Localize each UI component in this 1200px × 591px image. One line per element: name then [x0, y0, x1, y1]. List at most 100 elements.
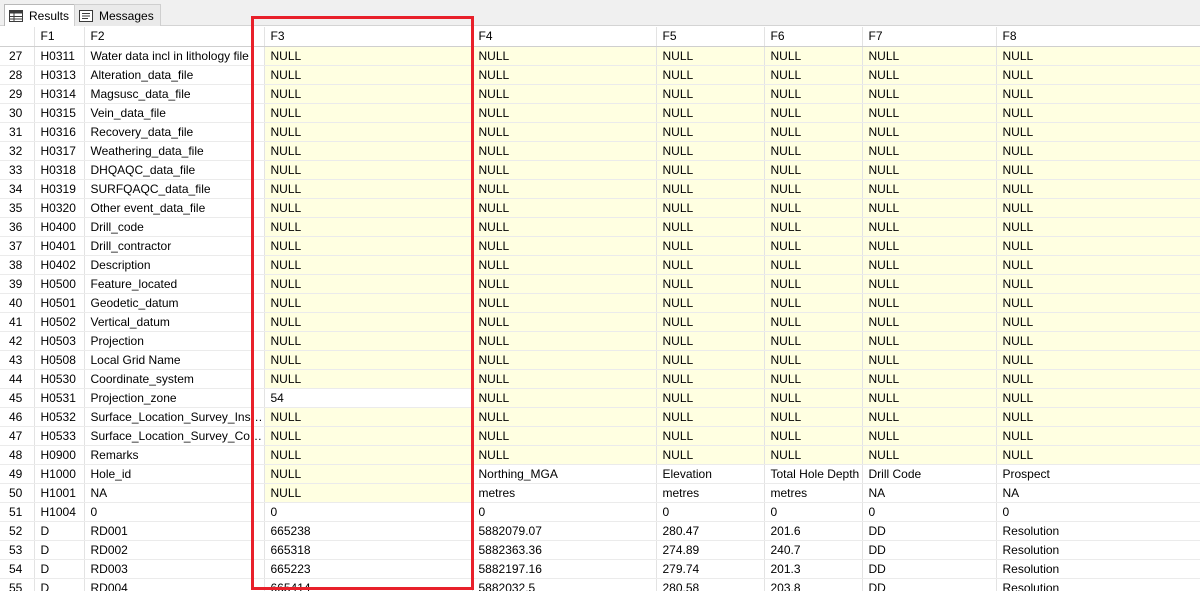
cell-f7[interactable]: NULL: [862, 46, 997, 66]
cell-f6[interactable]: NULL: [764, 236, 863, 256]
cell-f2[interactable]: RD002: [84, 540, 265, 560]
cell-f4[interactable]: 0: [472, 502, 657, 522]
cell-f8[interactable]: Resolution: [996, 578, 1200, 591]
row-number[interactable]: 47: [0, 426, 35, 446]
cell-f6[interactable]: NULL: [764, 445, 863, 465]
cell-f5[interactable]: NULL: [656, 65, 765, 85]
row-number[interactable]: 44: [0, 369, 35, 389]
cell-f6[interactable]: NULL: [764, 84, 863, 104]
cell-f3[interactable]: NULL: [264, 103, 473, 123]
cell-f8[interactable]: Resolution: [996, 521, 1200, 541]
row-number[interactable]: 48: [0, 445, 35, 465]
cell-f2[interactable]: Surface_Location_Survey_Com...: [84, 426, 265, 446]
cell-f8[interactable]: Resolution: [996, 559, 1200, 579]
cell-f8[interactable]: NULL: [996, 198, 1200, 218]
cell-f3[interactable]: NULL: [264, 445, 473, 465]
cell-f6[interactable]: NULL: [764, 407, 863, 427]
cell-f8[interactable]: NULL: [996, 179, 1200, 199]
cell-f6[interactable]: NULL: [764, 179, 863, 199]
cell-f1[interactable]: H0530: [34, 369, 85, 389]
cell-f2[interactable]: DHQAQC_data_file: [84, 160, 265, 180]
cell-f4[interactable]: NULL: [472, 198, 657, 218]
cell-f3[interactable]: NULL: [264, 65, 473, 85]
cell-f2[interactable]: Surface_Location_Survey_Instru...: [84, 407, 265, 427]
cell-f2[interactable]: Recovery_data_file: [84, 122, 265, 142]
cell-f8[interactable]: NULL: [996, 350, 1200, 370]
cell-f3[interactable]: NULL: [264, 141, 473, 161]
cell-f2[interactable]: RD004: [84, 578, 265, 591]
row-number[interactable]: 34: [0, 179, 35, 199]
cell-f5[interactable]: NULL: [656, 388, 765, 408]
cell-f7[interactable]: NULL: [862, 350, 997, 370]
cell-f8[interactable]: NULL: [996, 445, 1200, 465]
cell-f8[interactable]: NULL: [996, 312, 1200, 332]
cell-f3[interactable]: 54: [264, 388, 473, 408]
cell-f5[interactable]: NULL: [656, 369, 765, 389]
row-number[interactable]: 54: [0, 559, 35, 579]
cell-f7[interactable]: 0: [862, 502, 997, 522]
cell-f4[interactable]: NULL: [472, 84, 657, 104]
cell-f5[interactable]: NULL: [656, 293, 765, 313]
cell-f4[interactable]: NULL: [472, 293, 657, 313]
cell-f1[interactable]: H0320: [34, 198, 85, 218]
cell-f4[interactable]: NULL: [472, 426, 657, 446]
cell-f2[interactable]: Magsusc_data_file: [84, 84, 265, 104]
cell-f3[interactable]: NULL: [264, 483, 473, 503]
cell-f3[interactable]: NULL: [264, 369, 473, 389]
cell-f2[interactable]: Geodetic_datum: [84, 293, 265, 313]
cell-f1[interactable]: D: [34, 559, 85, 579]
row-number[interactable]: 32: [0, 141, 35, 161]
cell-f2[interactable]: Projection_zone: [84, 388, 265, 408]
results-grid[interactable]: F1 F2 F3 F4 F5 F6 F7 F8 27 H0311 Water data incl …: [0, 27, 1200, 591]
cell-f2[interactable]: Remarks: [84, 445, 265, 465]
cell-f1[interactable]: H0314: [34, 84, 85, 104]
cell-f4[interactable]: NULL: [472, 350, 657, 370]
cell-f8[interactable]: NULL: [996, 426, 1200, 446]
row-number[interactable]: 31: [0, 122, 35, 142]
cell-f7[interactable]: DD: [862, 578, 997, 591]
cell-f2[interactable]: 0: [84, 502, 265, 522]
cell-f3[interactable]: 665238: [264, 521, 473, 541]
cell-f8[interactable]: NULL: [996, 84, 1200, 104]
cell-f7[interactable]: DD: [862, 540, 997, 560]
cell-f7[interactable]: NULL: [862, 369, 997, 389]
cell-f3[interactable]: NULL: [264, 331, 473, 351]
row-number[interactable]: 55: [0, 578, 35, 591]
cell-f7[interactable]: NULL: [862, 198, 997, 218]
cell-f2[interactable]: Drill_code: [84, 217, 265, 237]
cell-f7[interactable]: NULL: [862, 65, 997, 85]
cell-f1[interactable]: H0315: [34, 103, 85, 123]
cell-f1[interactable]: H0401: [34, 236, 85, 256]
row-number[interactable]: 35: [0, 198, 35, 218]
tab-results[interactable]: Results: [4, 4, 77, 26]
row-number[interactable]: 37: [0, 236, 35, 256]
cell-f5[interactable]: NULL: [656, 198, 765, 218]
cell-f6[interactable]: NULL: [764, 46, 863, 66]
row-number[interactable]: 39: [0, 274, 35, 294]
cell-f5[interactable]: 280.47: [656, 521, 765, 541]
cell-f5[interactable]: NULL: [656, 236, 765, 256]
cell-f8[interactable]: NULL: [996, 369, 1200, 389]
row-number[interactable]: 46: [0, 407, 35, 427]
cell-f6[interactable]: NULL: [764, 331, 863, 351]
cell-f4[interactable]: NULL: [472, 141, 657, 161]
cell-f8[interactable]: NULL: [996, 331, 1200, 351]
cell-f5[interactable]: NULL: [656, 445, 765, 465]
cell-f6[interactable]: NULL: [764, 350, 863, 370]
cell-f7[interactable]: DD: [862, 559, 997, 579]
cell-f2[interactable]: Other event_data_file: [84, 198, 265, 218]
cell-f3[interactable]: NULL: [264, 274, 473, 294]
cell-f7[interactable]: NULL: [862, 312, 997, 332]
cell-f7[interactable]: Drill Code: [862, 464, 997, 484]
cell-f1[interactable]: H0318: [34, 160, 85, 180]
cell-f4[interactable]: NULL: [472, 236, 657, 256]
row-number-header[interactable]: [0, 27, 35, 47]
row-number[interactable]: 33: [0, 160, 35, 180]
cell-f8[interactable]: NULL: [996, 46, 1200, 66]
cell-f3[interactable]: NULL: [264, 255, 473, 275]
cell-f2[interactable]: Weathering_data_file: [84, 141, 265, 161]
cell-f2[interactable]: Alteration_data_file: [84, 65, 265, 85]
cell-f8[interactable]: NA: [996, 483, 1200, 503]
cell-f7[interactable]: NULL: [862, 293, 997, 313]
cell-f1[interactable]: H1001: [34, 483, 85, 503]
